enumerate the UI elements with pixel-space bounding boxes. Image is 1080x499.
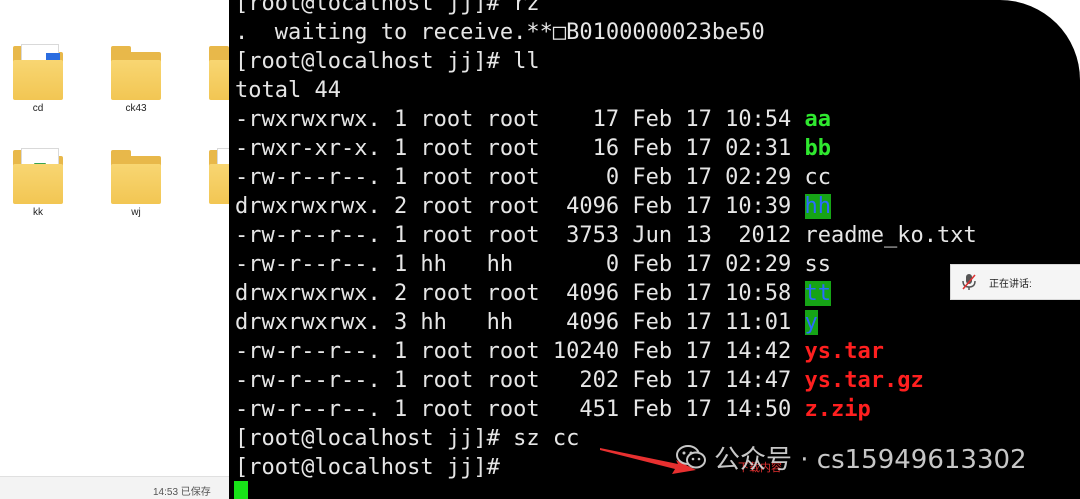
terminal-line: . waiting to receive.**□B0100000023be50: [235, 18, 977, 47]
file-name: y: [804, 310, 818, 335]
terminal-line-text: drwxrwxrwx. 2 root root 4096 Feb 17 10:3…: [235, 194, 805, 219]
folder-icon: [13, 42, 63, 100]
terminal-line-text: total 44: [235, 78, 341, 103]
folder-label: kk: [33, 207, 43, 218]
file-name: ys.tar: [804, 339, 885, 364]
terminal-line: -rw-r--r--. 1 root root 0 Feb 17 02:29 c…: [235, 163, 977, 192]
file-name: hh: [804, 194, 832, 219]
folder-label: ck43: [125, 103, 147, 114]
watermark: 公众号 · cs15949613302: [676, 440, 1027, 475]
terminal-line-text: -rwxr-xr-x. 1 root root 16 Feb 17 02:31: [235, 136, 805, 161]
terminal-line: -rw-r--r--. 1 root root 10240 Feb 17 14:…: [235, 337, 977, 366]
terminal-line-text: -rw-r--r--. 1 root root 0 Feb 17 02:29: [235, 165, 805, 190]
folder-item[interactable]: ck43: [100, 42, 172, 114]
terminal-line: -rw-r--r--. 1 root root 202 Feb 17 14:47…: [235, 366, 977, 395]
status-text: 14:53 已保存: [153, 487, 211, 498]
terminal-line-text: -rw-r--r--. 1 root root 10240 Feb 17 14:…: [235, 339, 805, 364]
terminal-line: total 44: [235, 76, 977, 105]
terminal-line: drwxrwxrwx. 3 hh hh 4096 Feb 17 11:01 y: [235, 308, 977, 337]
folder-item[interactable]: wj: [100, 146, 172, 218]
folder-icon: [111, 146, 161, 204]
wechat-icon: [676, 445, 706, 469]
file-name: readme_ko.txt: [804, 223, 977, 248]
terminal-line-text: drwxrwxrwx. 2 root root 4096 Feb 17 10:5…: [235, 281, 805, 306]
terminal-line-text: [root@localhost jj]# sz cc: [235, 426, 580, 451]
excel-folder-icon: [13, 146, 63, 204]
folder-label: cd: [32, 103, 44, 114]
terminal-line-text: [root@localhost jj]#: [235, 455, 500, 480]
terminal-line-text: -rw-r--r--. 1 root root 202 Feb 17 14:47: [235, 368, 805, 393]
file-name: ss: [804, 252, 832, 277]
file-name: ys.tar.gz: [804, 368, 924, 393]
terminal-output: [root@localhost jj]# rz . waiting to rece…: [235, 0, 977, 482]
microphone-icon: [962, 274, 976, 290]
terminal-cursor: [234, 481, 248, 499]
folder-icon: [111, 42, 161, 100]
file-explorer: cd ck43 kk wj 14:53 已保存: [0, 0, 259, 499]
folder-label: wj: [131, 207, 141, 218]
explorer-statusbar: 14:53 已保存: [0, 476, 232, 499]
folder-item[interactable]: kk: [2, 146, 74, 218]
speaking-popup: 正在讲话:: [950, 264, 1080, 300]
terminal-line: -rwxr-xr-x. 1 root root 16 Feb 17 02:31 …: [235, 134, 977, 163]
terminal-line: -rw-r--r--. 1 root root 3753 Jun 13 2012…: [235, 221, 977, 250]
file-name: aa: [804, 107, 832, 132]
terminal-line: -rwxrwxrwx. 1 root root 17 Feb 17 10:54 …: [235, 105, 977, 134]
terminal-line: [root@localhost jj]# ll: [235, 47, 977, 76]
speaking-label: 正在讲话:: [989, 279, 1032, 290]
terminal-line-text: -rwxrwxrwx. 1 root root 17 Feb 17 10:54: [235, 107, 805, 132]
screenshot-stage: cd ck43 kk wj 14:53 已保存 [root@localhost …: [0, 0, 1080, 499]
terminal-line-text: [root@localhost jj]# rz: [235, 0, 540, 16]
terminal-line: -rw-r--r--. 1 root root 451 Feb 17 14:50…: [235, 395, 977, 424]
terminal-line: drwxrwxrwx. 2 root root 4096 Feb 17 10:5…: [235, 279, 977, 308]
terminal-line-text: -rw-r--r--. 1 root root 3753 Jun 13 2012: [235, 223, 805, 248]
terminal-line-text: drwxrwxrwx. 3 hh hh 4096 Feb 17 11:01: [235, 310, 805, 335]
terminal-window[interactable]: [root@localhost jj]# rz . waiting to rece…: [229, 0, 1080, 499]
terminal-line: [root@localhost jj]# rz: [235, 0, 977, 18]
terminal-line: drwxrwxrwx. 2 root root 4096 Feb 17 10:3…: [235, 192, 977, 221]
terminal-line: -rw-r--r--. 1 hh hh 0 Feb 17 02:29 ss: [235, 250, 977, 279]
file-name: cc: [804, 165, 832, 190]
file-name: z.zip: [804, 397, 871, 422]
terminal-line-text: -rw-r--r--. 1 hh hh 0 Feb 17 02:29: [235, 252, 805, 277]
folder-item[interactable]: cd: [2, 42, 74, 114]
file-name: bb: [804, 136, 832, 161]
terminal-line-text: . waiting to receive.**□B0100000023be50: [235, 20, 765, 45]
terminal-line-text: [root@localhost jj]# ll: [235, 49, 540, 74]
terminal-line-text: -rw-r--r--. 1 root root 451 Feb 17 14:50: [235, 397, 805, 422]
watermark-text: 公众号 · cs15949613302: [714, 444, 1027, 475]
file-name: tt: [804, 281, 832, 306]
